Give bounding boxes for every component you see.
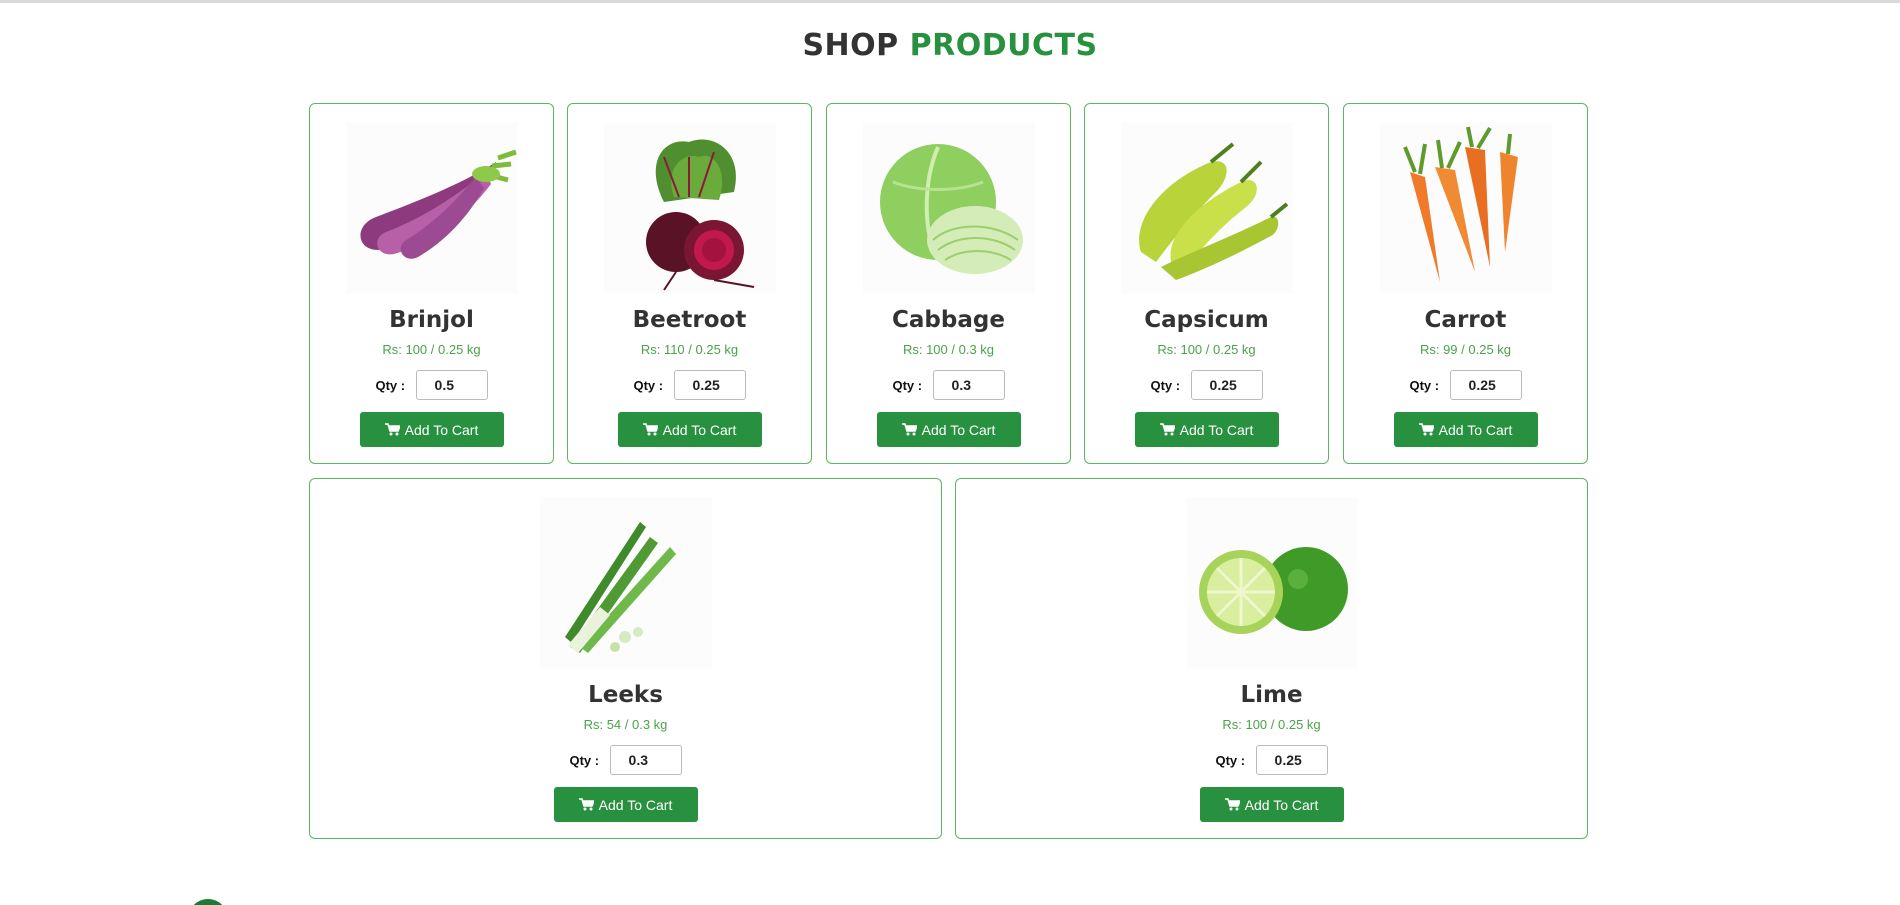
add-to-cart-label: Add To Cart — [1179, 421, 1254, 438]
cart-icon — [901, 423, 918, 436]
cart-icon — [1418, 423, 1435, 436]
qty-row: Qty : — [310, 370, 553, 400]
page-title-shop: SHOP — [802, 28, 899, 63]
qty-row: Qty : — [1344, 370, 1587, 400]
add-to-cart-label: Add To Cart — [404, 421, 479, 438]
add-to-cart-label: Add To Cart — [921, 421, 996, 438]
product-card-lime: Lime Rs: 100 / 0.25 kg Qty : Add To Cart — [955, 478, 1588, 839]
product-price: Rs: 100 / 0.25 kg — [1222, 717, 1321, 732]
product-name: Carrot — [1424, 307, 1507, 333]
product-card-brinjol: Brinjol Rs: 100 / 0.25 kg Qty : Add To C… — [309, 103, 554, 464]
qty-row: Qty : — [827, 370, 1070, 400]
cart-icon — [1159, 423, 1176, 436]
product-card-leeks: Leeks Rs: 54 / 0.3 kg Qty : Add To Cart — [309, 478, 942, 839]
carrot-image — [1379, 122, 1552, 294]
add-to-cart-button[interactable]: Add To Cart — [876, 412, 1021, 447]
cart-icon — [1224, 798, 1241, 811]
qty-input[interactable] — [673, 370, 746, 400]
qty-label: Qty : — [892, 377, 923, 393]
product-price: Rs: 54 / 0.3 kg — [583, 717, 668, 732]
add-to-cart-button[interactable]: Add To Cart — [1393, 412, 1538, 447]
cart-icon — [642, 423, 659, 436]
page-title-products: PRODUCTS — [909, 28, 1098, 63]
product-price: Rs: 99 / 0.25 kg — [1419, 342, 1512, 357]
qty-input[interactable] — [1449, 370, 1522, 400]
qty-input[interactable] — [1190, 370, 1263, 400]
add-to-cart-label: Add To Cart — [1244, 796, 1319, 813]
qty-label: Qty : — [1215, 752, 1246, 768]
add-to-cart-button[interactable]: Add To Cart — [359, 412, 504, 447]
product-card-cabbage: Cabbage Rs: 100 / 0.3 kg Qty : Add To Ca… — [826, 103, 1071, 464]
product-name: Capsicum — [1144, 307, 1269, 333]
qty-input[interactable] — [1255, 745, 1328, 775]
product-price: Rs: 100 / 0.25 kg — [1157, 342, 1256, 357]
qty-label: Qty : — [569, 752, 600, 768]
qty-label: Qty : — [633, 377, 664, 393]
product-card-capsicum: Capsicum Rs: 100 / 0.25 kg Qty : Add To … — [1084, 103, 1329, 464]
product-name: Lime — [1240, 682, 1303, 708]
product-card-carrot: Carrot Rs: 99 / 0.25 kg Qty : Add To Car… — [1343, 103, 1588, 464]
scroll-to-top-button[interactable] — [188, 899, 228, 905]
product-name: Brinjol — [389, 307, 474, 333]
add-to-cart-label: Add To Cart — [662, 421, 737, 438]
product-price: Rs: 110 / 0.25 kg — [640, 342, 739, 357]
leeks-image — [539, 497, 712, 669]
qty-input[interactable] — [932, 370, 1005, 400]
capsicum-image — [1120, 122, 1293, 294]
cart-icon — [384, 423, 401, 436]
cabbage-image — [862, 122, 1035, 294]
add-to-cart-button[interactable]: Add To Cart — [553, 787, 698, 822]
qty-row: Qty : — [956, 745, 1587, 775]
qty-input[interactable] — [415, 370, 488, 400]
qty-label: Qty : — [375, 377, 406, 393]
product-name: Beetroot — [632, 307, 747, 333]
add-to-cart-label: Add To Cart — [598, 796, 673, 813]
qty-label: Qty : — [1409, 377, 1440, 393]
brinjal-image — [345, 122, 518, 294]
add-to-cart-label: Add To Cart — [1438, 421, 1513, 438]
product-price: Rs: 100 / 0.3 kg — [902, 342, 995, 357]
product-price: Rs: 100 / 0.25 kg — [382, 342, 481, 357]
beetroot-image — [603, 122, 776, 294]
page-title: SHOP PRODUCTS — [0, 28, 1900, 63]
add-to-cart-button[interactable]: Add To Cart — [617, 412, 762, 447]
qty-label: Qty : — [1150, 377, 1181, 393]
qty-row: Qty : — [568, 370, 811, 400]
add-to-cart-button[interactable]: Add To Cart — [1199, 787, 1344, 822]
product-name: Leeks — [588, 682, 663, 708]
product-card-beetroot: Beetroot Rs: 110 / 0.25 kg Qty : Add To … — [567, 103, 812, 464]
product-name: Cabbage — [892, 307, 1005, 333]
qty-input[interactable] — [609, 745, 682, 775]
qty-row: Qty : — [310, 745, 941, 775]
lime-image — [1185, 497, 1358, 669]
add-to-cart-button[interactable]: Add To Cart — [1134, 412, 1279, 447]
qty-row: Qty : — [1085, 370, 1328, 400]
top-rule — [0, 0, 1900, 3]
cart-icon — [578, 798, 595, 811]
